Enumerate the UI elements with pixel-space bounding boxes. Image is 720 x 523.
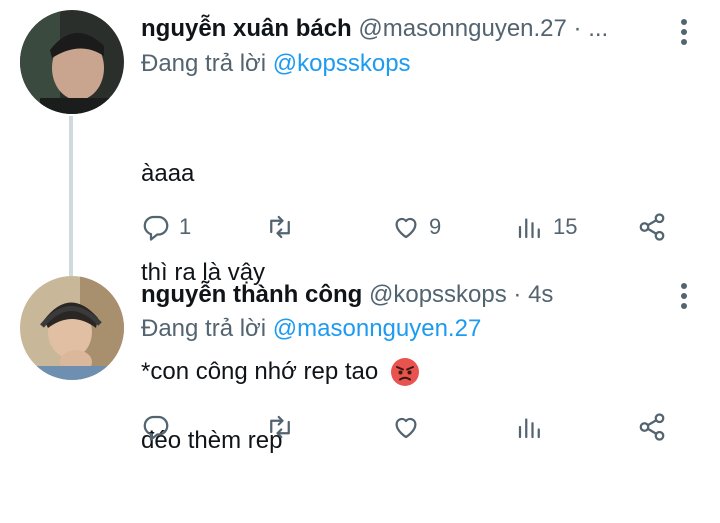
- handle-time[interactable]: @kopsskops · 4s: [369, 281, 553, 308]
- share-button[interactable]: [637, 410, 667, 444]
- avatar-photo: [20, 10, 124, 114]
- views-chart-icon: [518, 218, 540, 239]
- views-button[interactable]: [515, 410, 553, 444]
- tweet-2[interactable]: nguyễn thành công @kopsskops · 4s Đang t…: [0, 262, 720, 454]
- more-options-icon[interactable]: [681, 19, 689, 49]
- share-button[interactable]: [637, 210, 667, 244]
- author-name[interactable]: nguyễn xuân bách: [141, 15, 352, 42]
- views-count: 15: [553, 214, 578, 239]
- thread-connector-line: [69, 116, 73, 276]
- heart-icon: [395, 417, 417, 439]
- replying-prefix: Đang trả lời: [141, 50, 273, 77]
- replying-prefix: Đang trả lời: [141, 315, 273, 342]
- tweet-actions: [141, 410, 681, 444]
- avatar[interactable]: [20, 10, 124, 114]
- retweet-icon: [270, 215, 290, 239]
- tweet-text-line: àaaa: [141, 160, 195, 187]
- reply-button[interactable]: [141, 410, 179, 444]
- like-button[interactable]: [391, 410, 429, 444]
- tweet-header: nguyễn thành công @kopsskops · 4s: [141, 280, 553, 310]
- retweet-icon: [270, 415, 290, 439]
- replying-to: Đang trả lời @masonnguyen.27: [141, 314, 481, 344]
- views-button[interactable]: 15: [515, 210, 577, 244]
- handle-time[interactable]: @masonnguyen.27 · ...: [358, 15, 608, 42]
- retweet-button[interactable]: [265, 210, 303, 244]
- more-options-icon[interactable]: [681, 283, 689, 313]
- tweet-actions: 1 9 15: [141, 210, 681, 244]
- avatar[interactable]: [20, 276, 124, 380]
- replying-to: Đang trả lời @kopsskops: [141, 49, 411, 79]
- share-icon: [639, 213, 665, 241]
- views-chart-icon: [518, 418, 540, 439]
- tweet-header: nguyễn xuân bách @masonnguyen.27 · ...: [141, 14, 608, 44]
- reply-icon: [143, 415, 169, 441]
- author-name[interactable]: nguyễn thành công: [141, 281, 362, 308]
- like-button[interactable]: 9: [391, 210, 441, 244]
- retweet-button[interactable]: [265, 410, 303, 444]
- reply-icon: [143, 215, 169, 241]
- share-icon: [639, 413, 665, 441]
- like-count: 9: [429, 214, 442, 239]
- replying-to-mention[interactable]: @masonnguyen.27: [273, 315, 482, 342]
- avatar-photo: [20, 276, 124, 380]
- tweet-1[interactable]: nguyễn xuân bách @masonnguyen.27 · ... Đ…: [0, 0, 720, 386]
- reply-button[interactable]: 1: [141, 210, 191, 244]
- reply-count: 1: [179, 214, 192, 239]
- replying-to-mention[interactable]: @kopsskops: [273, 50, 411, 77]
- heart-icon: [395, 217, 417, 239]
